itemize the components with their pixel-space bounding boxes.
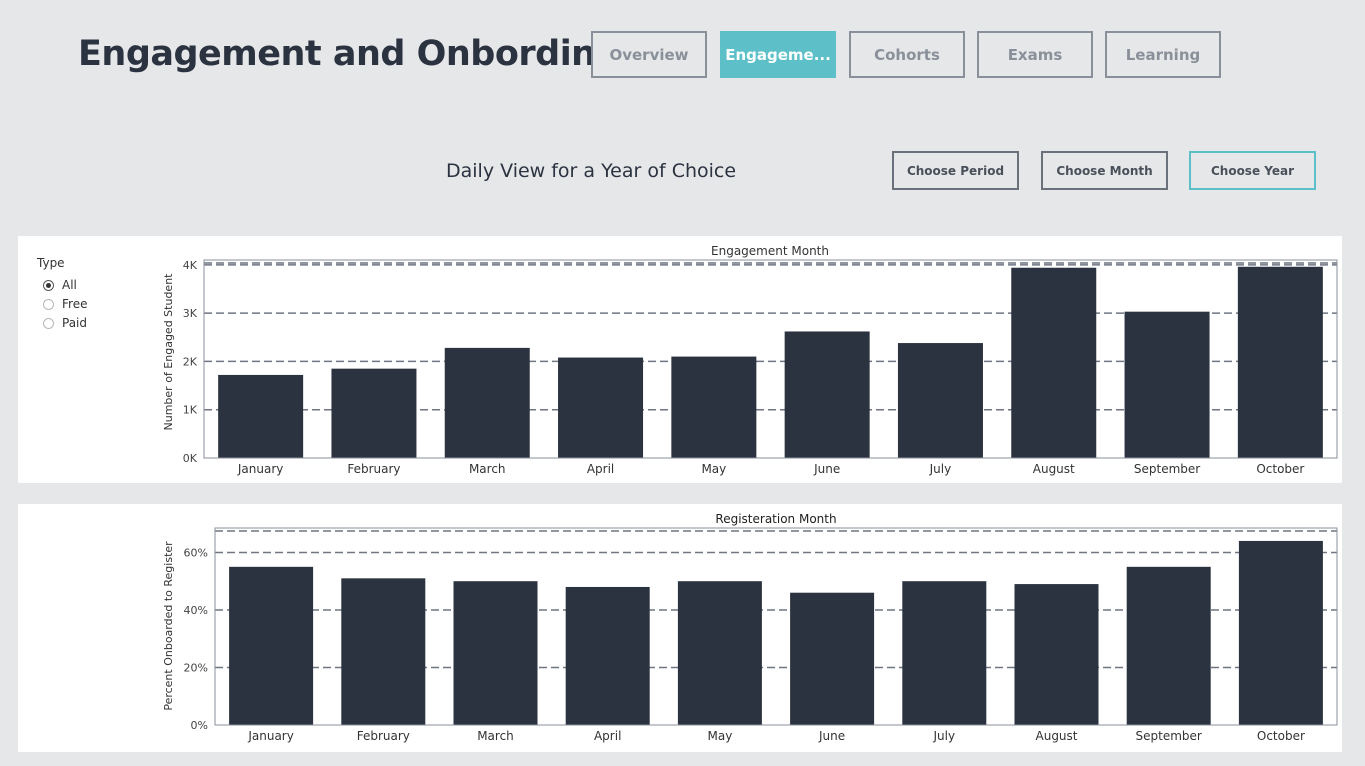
choose-month-button[interactable]: Choose Month bbox=[1041, 151, 1168, 190]
y-tick-label: 0K bbox=[183, 452, 198, 465]
bar-april[interactable] bbox=[565, 586, 650, 725]
engagement-chart: Engagement Month Number of Engaged Stude… bbox=[162, 244, 1338, 476]
x-tick-label: June bbox=[818, 729, 845, 743]
bar-february[interactable] bbox=[331, 368, 417, 458]
bar-march[interactable] bbox=[453, 581, 538, 725]
bar-october[interactable] bbox=[1237, 266, 1323, 458]
bar-march[interactable] bbox=[444, 347, 530, 458]
tab-cohorts[interactable]: Cohorts bbox=[849, 31, 965, 78]
tab-learning[interactable]: Learning bbox=[1105, 31, 1221, 78]
x-tick-label: October bbox=[1257, 729, 1305, 743]
bar-may[interactable] bbox=[677, 581, 762, 725]
x-tick-label: September bbox=[1136, 729, 1202, 743]
chart-title: Engagement Month bbox=[711, 244, 829, 258]
bar-september[interactable] bbox=[1124, 311, 1210, 458]
bar-september[interactable] bbox=[1126, 566, 1211, 725]
x-tick-label: May bbox=[707, 729, 732, 743]
bar-august[interactable] bbox=[1014, 584, 1099, 725]
x-tick-label: February bbox=[347, 462, 400, 476]
bar-august[interactable] bbox=[1011, 267, 1097, 458]
x-tick-label: January bbox=[247, 729, 294, 743]
x-tick-label: July bbox=[929, 462, 952, 476]
y-axis-label: Number of Engaged Student bbox=[162, 273, 175, 431]
x-tick-label: October bbox=[1256, 462, 1304, 476]
choose-year-button[interactable]: Choose Year bbox=[1189, 151, 1316, 190]
bar-june[interactable] bbox=[784, 331, 870, 458]
y-tick-label: 60% bbox=[184, 546, 208, 559]
view-subtitle: Daily View for a Year of Choice bbox=[446, 160, 737, 182]
bar-july[interactable] bbox=[902, 581, 987, 725]
x-tick-label: July bbox=[933, 729, 956, 743]
tab-engagement[interactable]: Engageme... bbox=[720, 31, 836, 78]
x-tick-label: August bbox=[1036, 729, 1078, 743]
y-tick-label: 2K bbox=[183, 355, 198, 368]
y-tick-label: 20% bbox=[184, 661, 208, 674]
bar-april[interactable] bbox=[558, 357, 644, 458]
bar-july[interactable] bbox=[897, 343, 983, 458]
tab-overview[interactable]: Overview bbox=[591, 31, 707, 78]
registration-panel: Registeration Month Percent Onboarded to… bbox=[18, 504, 1342, 752]
x-tick-label: September bbox=[1134, 462, 1200, 476]
y-tick-label: 3K bbox=[183, 307, 198, 320]
x-tick-label: April bbox=[594, 729, 621, 743]
x-tick-label: August bbox=[1033, 462, 1075, 476]
y-tick-label: 0% bbox=[191, 719, 208, 732]
y-tick-label: 1K bbox=[183, 404, 198, 417]
y-axis-label: Percent Onboarded to Register bbox=[162, 541, 175, 711]
bar-october[interactable] bbox=[1238, 540, 1323, 725]
y-tick-label: 40% bbox=[184, 604, 208, 617]
bar-may[interactable] bbox=[671, 356, 757, 458]
x-tick-label: June bbox=[813, 462, 840, 476]
bar-june[interactable] bbox=[790, 592, 875, 725]
chart-title: Registeration Month bbox=[715, 512, 836, 526]
x-tick-label: May bbox=[701, 462, 726, 476]
registration-chart: Registeration Month Percent Onboarded to… bbox=[162, 512, 1338, 743]
bar-january[interactable] bbox=[218, 374, 304, 458]
x-tick-label: March bbox=[469, 462, 506, 476]
choose-period-button[interactable]: Choose Period bbox=[892, 151, 1019, 190]
y-tick-label: 4K bbox=[183, 259, 198, 272]
bar-january[interactable] bbox=[229, 566, 314, 725]
tab-exams[interactable]: Exams bbox=[977, 31, 1093, 78]
x-tick-label: March bbox=[477, 729, 514, 743]
x-tick-label: February bbox=[357, 729, 410, 743]
x-tick-label: January bbox=[237, 462, 284, 476]
page-title: Engagement and Onbording bbox=[78, 34, 621, 74]
x-tick-label: April bbox=[587, 462, 614, 476]
bar-february[interactable] bbox=[341, 578, 426, 725]
engagement-panel: Type All Free Paid Engagement Month Numb… bbox=[18, 236, 1342, 483]
